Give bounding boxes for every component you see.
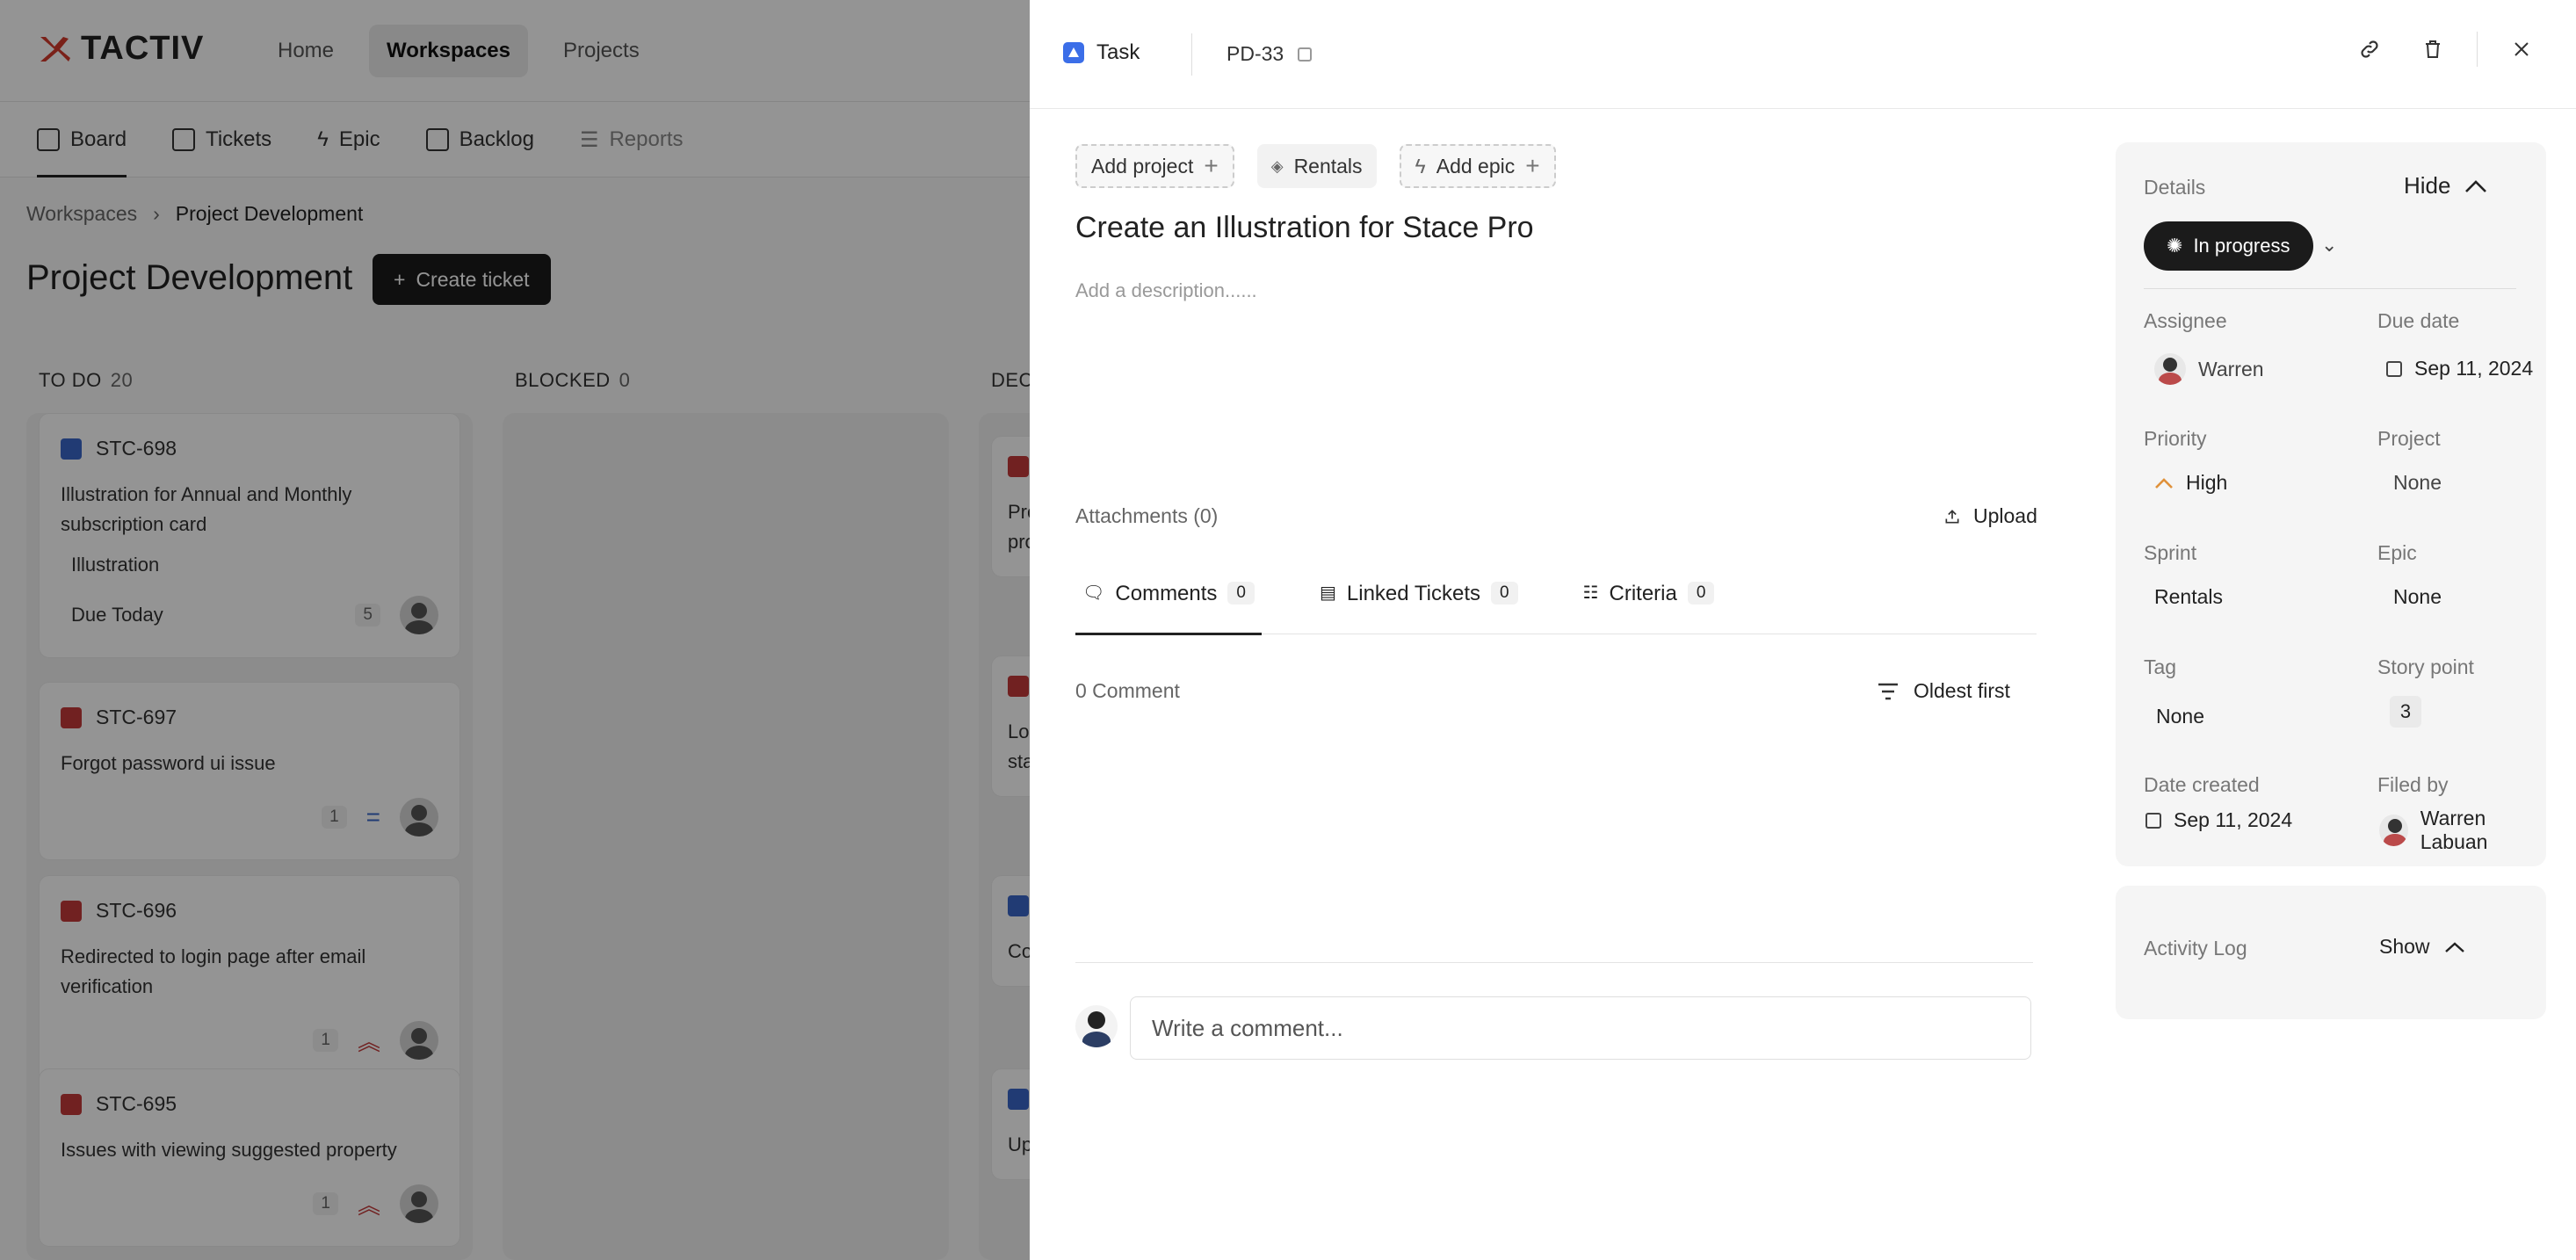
epic-field[interactable]: None (2393, 585, 2442, 609)
ticket-title[interactable]: Create an Illustration for Stace Pro (1075, 211, 1534, 245)
description-field[interactable]: Add a description...... (1075, 279, 1257, 302)
calendar-icon (2386, 360, 2402, 377)
tag-label: Tag (2144, 655, 2177, 678)
comment-input[interactable] (1130, 996, 2031, 1060)
upload-button[interactable]: Upload (1943, 504, 2037, 528)
due-date-field[interactable]: Sep 11, 2024 (2386, 357, 2533, 380)
details-heading: Details (2144, 176, 2206, 199)
action-divider (2477, 32, 2478, 67)
epic-label: Epic (2377, 541, 2417, 564)
assignee-label: Assignee (2144, 309, 2227, 332)
due-date-label: Due date (2377, 309, 2460, 332)
trash-icon[interactable] (2413, 30, 2452, 69)
date-created-label: Date created (2144, 773, 2260, 796)
date-created-field: Sep 11, 2024 (2145, 808, 2292, 832)
filed-by-label: Filed by (2377, 773, 2449, 796)
filter-icon (1878, 683, 1898, 699)
sprint-field[interactable]: Rentals (2154, 585, 2223, 609)
add-epic-button[interactable]: ϟ Add epic + (1399, 144, 1556, 188)
activity-log-panel: Activity Log Show (2116, 886, 2546, 1019)
status-button[interactable]: ✺ In progress (2144, 221, 2313, 271)
ticket-icon: ▤ (1320, 583, 1336, 603)
story-point-field[interactable]: 3 (2390, 696, 2421, 728)
modal-overlay[interactable] (0, 0, 1030, 1260)
show-activity-button[interactable]: Show (2379, 935, 2465, 959)
ticket-type[interactable]: Task (1063, 40, 1140, 65)
drawer-header: Task PD-33 (1030, 0, 2576, 109)
project-label: Project (2377, 427, 2441, 450)
header-divider (1191, 33, 1192, 76)
project-field[interactable]: None (2393, 471, 2442, 495)
bolt-icon: ϟ (1415, 154, 1426, 177)
comment-count: 0 Comment (1075, 679, 1180, 702)
comments-divider (1075, 962, 2033, 963)
sprint-chip[interactable]: ◈ Rentals (1256, 144, 1377, 188)
add-project-button[interactable]: Add project + (1075, 144, 1234, 188)
tab-criteria[interactable]: ☷ Criteria 0 (1576, 573, 1722, 634)
chevron-down-icon[interactable]: ⌄ (2321, 234, 2337, 257)
priority-label: Priority (2144, 427, 2207, 450)
activity-log-label: Activity Log (2144, 937, 2247, 959)
avatar (2379, 815, 2408, 846)
details-panel: Details Hide ✺ In progress ⌄ Assignee Wa… (2116, 142, 2546, 866)
priority-field[interactable]: High (2154, 471, 2227, 495)
copy-icon[interactable] (1298, 47, 1313, 62)
plus-icon: + (1525, 152, 1540, 179)
sprint-label: Sprint (2144, 541, 2197, 564)
tab-linked-tickets[interactable]: ▤ Linked Tickets 0 (1313, 573, 1525, 634)
ticket-drawer: Task PD-33 Add project + ◈ Rentals ϟ Add ep… (1030, 0, 2576, 1260)
details-divider (2144, 288, 2516, 289)
sort-dropdown[interactable]: Oldest first (1877, 679, 2010, 703)
chevron-up-icon (2444, 941, 2464, 952)
comment-icon: 🗨 (1082, 583, 1105, 603)
task-type-icon (1063, 42, 1084, 63)
tab-comments[interactable]: 🗨 Comments 0 (1075, 573, 1262, 635)
drawer-tabs: 🗨 Comments 0 ▤ Linked Tickets 0 ☷ Criter… (1075, 573, 2037, 635)
close-icon[interactable] (2502, 30, 2541, 69)
link-icon[interactable] (2350, 30, 2389, 69)
spinner-icon: ✺ (2167, 235, 2183, 257)
plus-icon: + (1204, 152, 1219, 179)
attachments-label: Attachments (0) (1075, 504, 1219, 527)
layers-icon: ◈ (1270, 156, 1284, 175)
chevron-up-icon (2155, 477, 2173, 489)
current-user-avatar (1075, 1005, 1118, 1047)
filed-by-field: Warren Labuan (2379, 807, 2546, 854)
tag-field[interactable]: None (2156, 705, 2204, 728)
hide-details-button[interactable]: Hide (2404, 172, 2487, 199)
chevron-up-icon (2465, 179, 2487, 192)
avatar (2154, 353, 2186, 385)
story-point-label: Story point (2377, 655, 2474, 678)
calendar-icon (2145, 812, 2161, 829)
upload-icon (1945, 509, 1959, 523)
ticket-key: PD-33 (1226, 42, 1313, 66)
checklist-icon: ☷ (1582, 583, 1599, 603)
assignee-field[interactable]: Warren (2154, 353, 2264, 385)
